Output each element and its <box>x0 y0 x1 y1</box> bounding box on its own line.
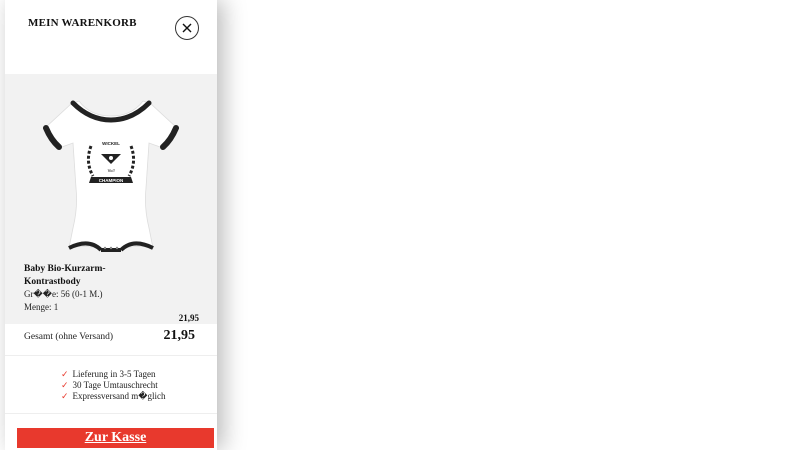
close-icon <box>182 23 192 33</box>
product-image[interactable]: WICKEL Wall CHAMPION <box>43 98 179 254</box>
check-icon: ✓ <box>61 380 69 390</box>
print-banner-text: CHAMPION <box>99 178 124 183</box>
total-value: 21,95 <box>163 328 196 343</box>
benefit-item: ✓ Expressversand m�glich <box>61 391 166 401</box>
benefit-item: ✓ Lieferung in 3-5 Tagen <box>61 369 156 379</box>
print-top-text: WICKEL <box>102 141 120 146</box>
total-label: Gesamt (ohne Versand) <box>24 332 113 342</box>
benefit-item: ✓ 30 Tage Umtauschrecht <box>61 380 158 390</box>
cart-header: MEIN WARENKORB <box>5 0 217 74</box>
product-name[interactable]: Baby Bio-Kurzarm-Kontrastbody <box>24 263 134 288</box>
product-size: Gr��e: 56 (0-1 M.) <box>24 289 103 299</box>
close-button[interactable] <box>175 16 199 40</box>
total-row: Gesamt (ohne Versand) 21,95 <box>5 324 217 356</box>
cart-title: MEIN WARENKORB <box>28 17 137 29</box>
benefits-list: ✓ Lieferung in 3-5 Tagen ✓ 30 Tage Umtausc… <box>5 356 217 414</box>
check-icon: ✓ <box>61 391 69 401</box>
checkout-button[interactable]: Zur Kasse <box>17 428 214 448</box>
product-quantity: Menge: 1 <box>24 302 59 312</box>
print-middle-text: Wall <box>107 168 115 173</box>
cart-drawer: MEIN WARENKORB WICKEL Wall CHAMPION Baby… <box>5 0 217 450</box>
product-price: 21,95 <box>178 313 199 323</box>
cart-item: WICKEL Wall CHAMPION Baby Bio-Kurzarm-Ko… <box>5 74 217 324</box>
check-icon: ✓ <box>61 369 69 379</box>
